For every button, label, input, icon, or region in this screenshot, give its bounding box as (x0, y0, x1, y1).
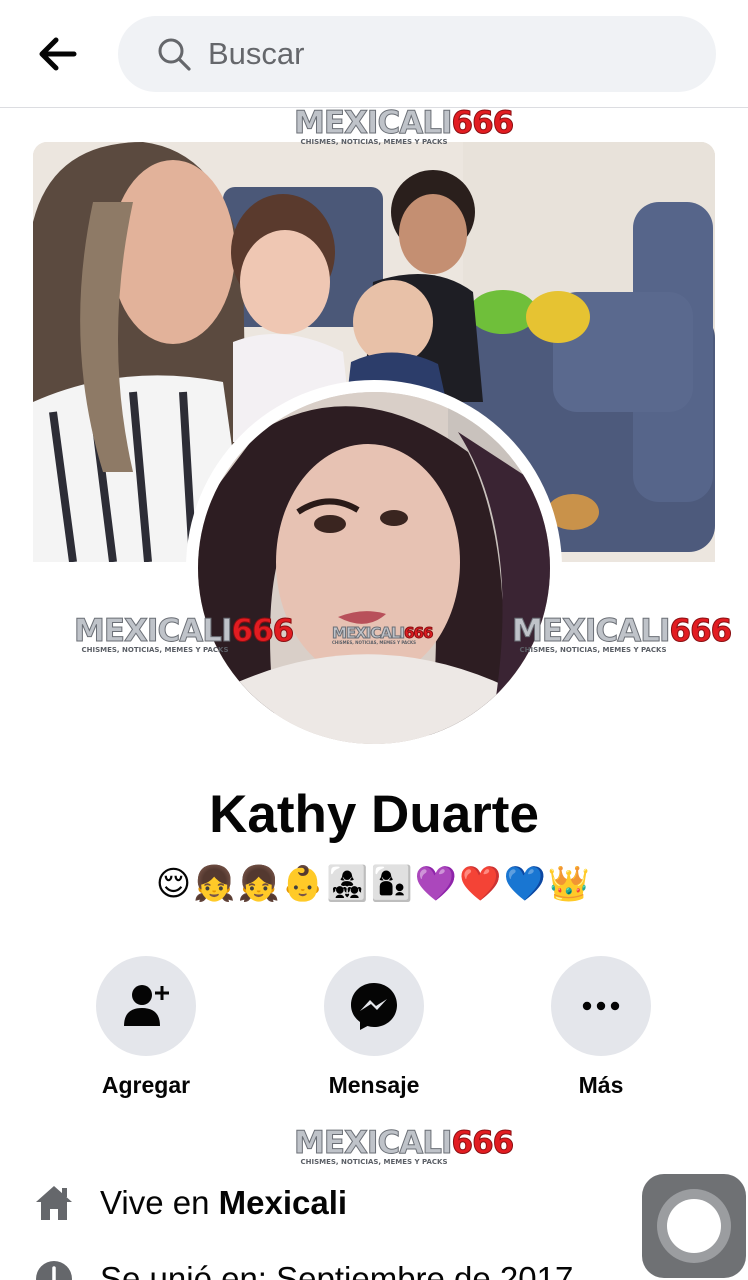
more-button[interactable]: Más (511, 956, 691, 1099)
message-circle[interactable] (324, 956, 424, 1056)
add-friend-icon (124, 985, 169, 1026)
arrow-left-icon (39, 37, 77, 71)
assistive-touch-button[interactable] (642, 1174, 746, 1278)
intro-joined-row: Se unió en: Septiembre de 2017 (34, 1254, 674, 1280)
watermark-left: MEXICALI666 CHISMES, NOTICIAS, MEMES Y P… (74, 613, 295, 654)
profile-bio: 😌👧👧👶👩‍👧‍👧👩‍👦💜❤️💙👑 (155, 864, 593, 904)
clock-icon (36, 1261, 72, 1280)
intro-lives-row: Vive en Mexicali (34, 1178, 674, 1228)
profile-picture[interactable] (198, 392, 550, 744)
watermark-bottom: MEXICALI666 CHISMES, NOTICIAS, MEMES Y P… (294, 1125, 515, 1166)
intro-lives-city: Mexicali (218, 1184, 348, 1221)
back-button[interactable] (30, 30, 86, 78)
add-friend-label: Agregar (101, 1072, 191, 1098)
watermark-top: MEXICALI666 CHISMES, NOTICIAS, MEMES Y P… (294, 105, 515, 146)
profile-picture-image (198, 392, 550, 744)
search-input[interactable] (208, 30, 688, 78)
more-circle[interactable] (551, 956, 651, 1056)
watermark-right: MEXICALI666 CHISMES, NOTICIAS, MEMES Y P… (512, 613, 733, 654)
watermark-center: MEXICALI666 CHISMES, NOTICIAS, MEMES Y P… (331, 624, 433, 645)
message-label: Mensaje (328, 1072, 420, 1098)
messenger-icon (351, 983, 397, 1030)
profile-actions: Agregar Mensaje Más (0, 956, 748, 1106)
assistive-touch-dot (667, 1199, 721, 1253)
home-icon (36, 1186, 72, 1220)
more-label: Más (578, 1072, 624, 1098)
assistive-touch-ring (657, 1189, 731, 1263)
more-dots-icon (582, 1001, 620, 1011)
intro-lives-text: Vive en Mexicali (100, 1184, 348, 1221)
message-button[interactable]: Mensaje (284, 956, 464, 1099)
search-icon (158, 38, 191, 71)
profile-name: Kathy Duarte (209, 785, 539, 844)
intro-joined-text: Se unió en: Septiembre de 2017 (100, 1260, 574, 1280)
top-bar (0, 0, 748, 108)
add-friend-circle[interactable] (96, 956, 196, 1056)
add-friend-button[interactable]: Agregar (56, 956, 236, 1099)
search-bar[interactable] (118, 16, 716, 92)
